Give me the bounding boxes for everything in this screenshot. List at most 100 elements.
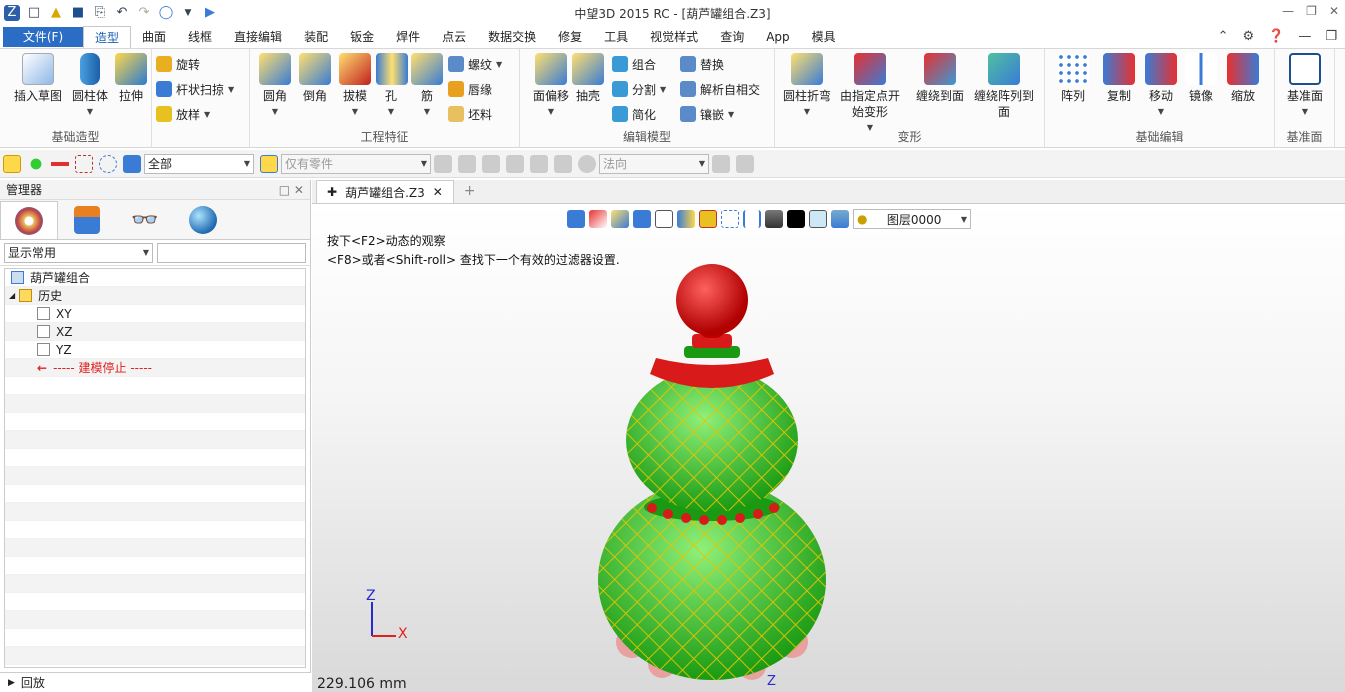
history-manager-tab[interactable] [0,201,58,239]
parts-only-combo[interactable]: 仅有零件 ▼ [281,153,431,174]
help-icon[interactable]: ❓ [1268,29,1284,44]
tree-item-xz[interactable]: XZ [5,323,305,341]
remove-icon[interactable] [51,154,69,173]
tab-sheetmetal[interactable]: 钣金 [339,26,385,48]
pick-icon-1[interactable] [434,154,452,173]
shaded-view-icon[interactable] [611,210,629,228]
save-icon[interactable]: ■ [70,5,86,21]
color-cube-icon[interactable] [677,210,695,228]
panel-pin-close-icon[interactable]: □ ✕ [279,183,304,197]
combine-button[interactable]: 组合 [612,53,656,75]
manager-search-input[interactable] [157,242,306,263]
settings-gear-icon[interactable]: ⚙ [1243,29,1255,44]
face-offset-button[interactable]: 面偏移 ▼ [526,53,576,120]
tab-mold[interactable]: 模具 [801,26,847,48]
move-button[interactable]: 移动 ▼ [1141,53,1181,120]
render-manager-tab[interactable] [174,201,232,239]
dropdown-icon[interactable]: ▼ [180,5,196,21]
tab-surface[interactable]: 曲面 [131,26,177,48]
section-icon[interactable] [699,210,717,228]
revolve-button[interactable]: 旋转 [156,53,200,75]
filter-combo[interactable]: 全部 ▼ [144,153,254,174]
ribbon-minimize-icon[interactable]: — [1298,29,1311,44]
tree-item-rollback-marker[interactable]: ← ----- 建模停止 ----- [5,359,305,377]
tab-app[interactable]: App [755,26,800,48]
simplify-button[interactable]: 简化 [612,103,656,125]
print-icon[interactable]: ⎘ [92,5,108,21]
copy-button[interactable]: 复制 [1097,53,1141,104]
restore-icon[interactable]: ❐ [1306,4,1317,18]
pick-icon-8[interactable] [736,154,754,173]
measure-icon[interactable] [743,210,761,228]
background-icon[interactable] [765,210,783,228]
draft-button[interactable]: 拔模 ▼ [336,53,374,120]
extrude-button[interactable]: 拉伸 [114,53,148,104]
filter-icon[interactable] [123,154,141,173]
hole-button[interactable]: 孔 ▼ [376,53,408,120]
collapse-ribbon-icon[interactable]: ⌃ [1218,29,1229,44]
fillet-button[interactable]: 圆角 ▼ [256,53,294,120]
chamfer-button[interactable]: 倒角 [296,53,334,104]
tab-assembly[interactable]: 装配 [293,26,339,48]
pick-filter-icon[interactable]: ◯ [158,5,174,21]
insert-sketch-button[interactable]: 插入草图 [10,53,66,104]
wire-cube-icon[interactable] [655,210,673,228]
open-folder-icon[interactable]: ▲ [48,5,64,21]
tab-modeling[interactable]: 造型 [83,26,132,48]
tree-item-root[interactable]: 葫芦罐组合 [5,269,305,287]
tree-item-yz[interactable]: YZ [5,341,305,359]
loft-button[interactable]: 放样 ▼ [156,103,210,125]
pick-icon-4[interactable] [506,154,524,173]
direction-icon[interactable] [578,154,596,173]
new-file-icon[interactable]: □ [26,5,42,21]
pick-icon-6[interactable] [554,154,572,173]
minimize-icon[interactable]: — [1282,4,1294,18]
pick-icon-5[interactable] [530,154,548,173]
exit-icon[interactable] [567,210,585,228]
tree-item-xy[interactable]: XY [5,305,305,323]
datum-plane-button[interactable]: 基准面 ▼ [1283,53,1327,120]
box-select-icon[interactable] [75,154,93,173]
gourd-jar-model[interactable] [592,262,832,692]
tab-file[interactable]: 文件(F) [3,27,83,47]
split-button[interactable]: 分割 ▼ [612,78,666,100]
mirror-button[interactable]: 镜像 [1181,53,1221,104]
lip-button[interactable]: 唇缘 [448,78,492,100]
playback-row[interactable]: ▶ 回放 [0,672,311,692]
layer-combo[interactable]: ● 图层0000 ▼ [853,209,971,229]
document-tab[interactable]: ✚ 葫芦罐组合.Z3 ✕ [316,180,454,203]
tab-direct-edit[interactable]: 直接编辑 [223,26,293,48]
resolve-self-intersect-button[interactable]: 解析自相交 [680,78,760,100]
pattern-button[interactable]: 阵列 [1053,53,1093,104]
black-color-swatch[interactable] [787,210,805,228]
tab-weldment[interactable]: 焊件 [385,26,431,48]
deform-from-point-button[interactable]: 由指定点开始变形 ▼ [837,53,903,136]
undo-icon[interactable]: ↶ [114,5,130,21]
shell-button[interactable]: 抽壳 [570,53,606,104]
ribbon-restore-icon[interactable]: ❐ [1325,29,1337,44]
direction-combo[interactable]: 法向 ▼ [599,153,709,174]
wrap-pattern-to-face-button[interactable]: 缠绕阵列到面 [971,53,1037,120]
tab-repair[interactable]: 修复 [547,26,593,48]
tab-tools[interactable]: 工具 [593,26,639,48]
new-tab-icon[interactable]: + [464,183,476,199]
app-logo-icon[interactable]: Z [4,5,20,21]
select-arrow-icon[interactable] [3,154,21,173]
pick-icon-3[interactable] [482,154,500,173]
display-filter-combo[interactable]: 显示常用 ▼ [4,242,153,263]
scale-button[interactable]: 缩放 [1223,53,1263,104]
replace-button[interactable]: 替换 [680,53,724,75]
tab-pointcloud[interactable]: 点云 [431,26,477,48]
assembly-manager-tab[interactable] [58,201,116,239]
cube-view-icon[interactable] [633,210,651,228]
rib-button[interactable]: 筋 ▼ [410,53,444,120]
cylinder-bend-button[interactable]: 圆柱折弯 ▼ [779,53,835,120]
wrap-to-face-button[interactable]: 缠绕到面 [909,53,971,104]
tab-inquire[interactable]: 查询 [709,26,755,48]
add-icon[interactable] [27,154,45,173]
rod-sweep-button[interactable]: 杆状扫掠 ▼ [156,78,234,100]
pick-icon-2[interactable] [458,154,476,173]
pick-icon-7[interactable] [712,154,730,173]
tab-wireframe[interactable]: 线框 [177,26,223,48]
cylinder-button[interactable]: 圆柱体 ▼ [68,53,112,120]
